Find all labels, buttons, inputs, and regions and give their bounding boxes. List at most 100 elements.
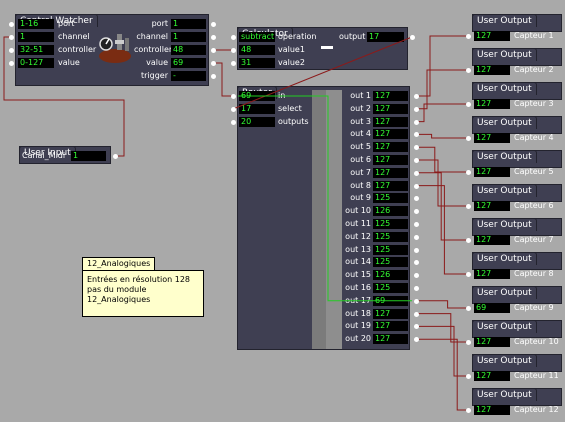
user-output-title[interactable]: User Output [472,116,537,129]
user-output-value[interactable]: 127 [474,65,510,75]
user-output-actor[interactable]: User Output [472,354,562,372]
control-watcher-output-value[interactable]: 69 [171,58,206,68]
router-output-port[interactable] [414,158,419,163]
router-input-port[interactable] [231,120,236,125]
user-output-value[interactable]: 69 [474,303,510,313]
user-output-title[interactable]: User Output [472,388,537,401]
control-watcher-input-port[interactable] [9,22,14,27]
user-output-actor[interactable]: User Output [472,116,562,134]
router-output-port[interactable] [414,94,419,99]
router-output-port[interactable] [414,145,419,151]
user-output-actor[interactable]: User Output [472,184,562,202]
user-output-actor[interactable]: User Output [472,286,562,304]
router-output-value[interactable]: 125 [373,219,408,229]
user-output-input-port[interactable] [466,136,471,141]
user-output-input-port[interactable] [466,408,471,413]
user-output-value[interactable]: 127 [474,337,510,347]
router-output-value[interactable]: 127 [373,103,408,114]
user-input-output-port[interactable] [113,154,118,159]
calculator-input-value[interactable]: subtract [239,32,275,42]
user-output-value[interactable]: 127 [474,167,510,177]
router-output-value[interactable]: 127 [373,308,408,319]
user-output-actor[interactable]: User Output [472,218,562,236]
calculator-input-value[interactable]: 31 [239,58,275,68]
router-output-value[interactable]: 127 [373,116,408,127]
user-output-actor[interactable]: User Output [472,320,562,338]
control-watcher-input-port[interactable] [9,48,14,53]
router-input-value[interactable]: 20 [239,117,275,127]
user-output-value[interactable]: 127 [474,235,510,245]
user-output-actor[interactable]: User Output [472,14,562,32]
router-output-value[interactable]: 127 [373,155,408,165]
control-watcher-output-port[interactable] [211,74,216,79]
user-output-value[interactable]: 127 [474,31,510,41]
router-input-value[interactable]: 69 [239,91,275,101]
router-input-port[interactable] [231,107,236,112]
control-watcher-input-value[interactable]: 32-51 [18,45,54,55]
router-output-value[interactable]: 125 [373,231,408,242]
router-output-value[interactable]: 127 [373,180,408,191]
control-watcher-input-value[interactable]: 1 [18,32,54,42]
control-watcher-output-value[interactable]: - [171,71,206,81]
user-output-input-port[interactable] [466,102,471,107]
control-watcher-input-value[interactable]: 0-127 [18,58,54,68]
comment-box[interactable]: Entrées en résolution 128 pas du module … [82,270,204,317]
router-output-port[interactable] [414,234,419,240]
router-output-value[interactable]: 126 [373,206,408,217]
user-output-title[interactable]: User Output [472,286,537,299]
user-output-input-port[interactable] [466,340,471,345]
user-output-actor[interactable]: User Output [472,388,562,406]
calculator-output-value[interactable]: 17 [367,32,404,42]
router-output-value[interactable]: 127 [373,321,408,332]
calculator-input-port[interactable] [231,48,236,53]
control-watcher-output-value[interactable]: 48 [171,45,206,55]
router-output-value[interactable]: 127 [373,334,408,345]
router-output-value[interactable]: 125 [373,283,408,293]
user-output-title[interactable]: User Output [472,252,537,265]
user-output-value[interactable]: 127 [474,99,510,109]
calculator-input-value[interactable]: 48 [239,45,275,55]
router-output-value[interactable]: 125 [373,257,408,268]
user-output-title[interactable]: User Output [472,14,537,27]
user-output-title[interactable]: User Output [472,82,537,95]
user-output-title[interactable]: User Output [472,320,537,333]
router-output-value[interactable]: 127 [373,167,408,178]
user-output-input-port[interactable] [466,68,471,73]
user-output-title[interactable]: User Output [472,218,537,231]
user-output-input-port[interactable] [466,34,471,39]
router-output-port[interactable] [414,183,419,189]
control-watcher-output-port[interactable] [211,48,216,53]
router-output-value[interactable]: 127 [373,91,408,101]
control-watcher-input-value[interactable]: 1-16 [18,19,54,29]
user-output-input-port[interactable] [466,306,471,311]
router-output-value[interactable]: 125 [373,244,408,255]
user-output-value[interactable]: 127 [474,133,510,143]
router-output-port[interactable] [414,132,419,138]
router-output-port[interactable] [414,222,419,227]
calculator-input-port[interactable] [231,35,236,40]
user-output-actor[interactable]: User Output [472,48,562,66]
router-output-value[interactable]: 69 [373,295,408,306]
router-output-value[interactable]: 127 [373,142,408,153]
comment-title[interactable]: 12_Analogiques [82,257,156,270]
user-output-title[interactable]: User Output [472,184,537,197]
control-watcher-input-port[interactable] [9,35,14,40]
user-output-value[interactable]: 127 [474,371,510,381]
router-output-port[interactable] [414,298,419,304]
user-output-title[interactable]: User Output [472,354,537,367]
user-output-input-port[interactable] [466,374,471,379]
user-output-input-port[interactable] [466,170,471,175]
router-output-port[interactable] [414,106,419,112]
user-output-title[interactable]: User Output [472,150,537,163]
router-output-port[interactable] [414,273,419,279]
router-output-port[interactable] [414,196,419,202]
control-watcher-input-port[interactable] [9,61,14,66]
calculator-input-port[interactable] [231,61,236,66]
user-input-value[interactable]: 1 [71,151,106,161]
user-output-input-port[interactable] [466,272,471,277]
router-output-port[interactable] [414,119,419,125]
user-output-value[interactable]: 127 [474,269,510,279]
user-output-actor[interactable]: User Output [472,150,562,168]
user-output-value[interactable]: 127 [474,405,510,415]
router-output-port[interactable] [414,260,419,266]
